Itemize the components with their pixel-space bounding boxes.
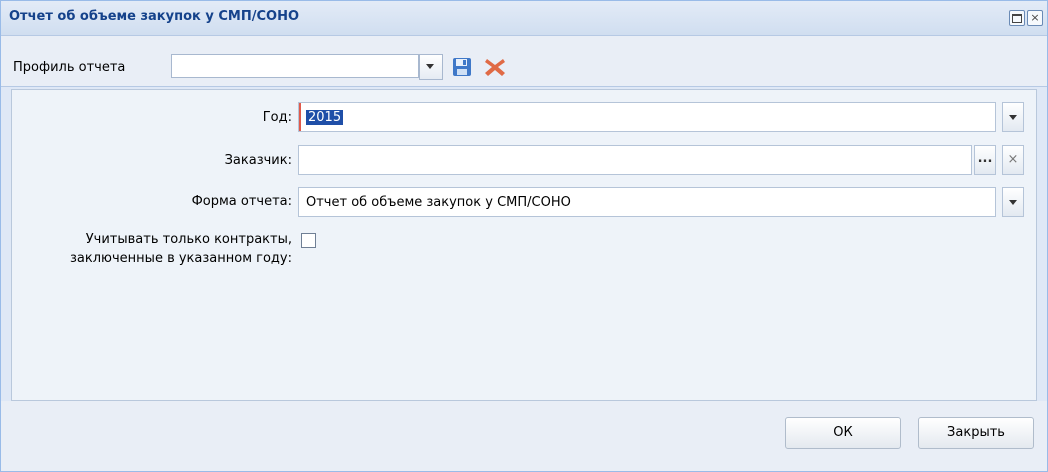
browse-icon[interactable]: ... — [974, 145, 996, 175]
dialog-title: Отчет об объеме закупок у СМП/СОНО — [9, 9, 299, 24]
report-form-panel: Год: 2015 Заказчик: ... × Форма отчета: … — [11, 89, 1037, 401]
close-button[interactable]: Закрыть — [918, 417, 1034, 449]
report-form-value: Отчет об объеме закупок у СМП/СОНО — [306, 195, 571, 210]
year-value: 2015 — [306, 110, 344, 125]
year-field[interactable]: 2015 — [298, 102, 996, 132]
delete-icon[interactable] — [483, 56, 507, 78]
customer-field[interactable] — [298, 145, 972, 175]
profile-input[interactable] — [171, 54, 419, 78]
maximize-icon[interactable] — [1009, 10, 1025, 26]
title-bar[interactable]: Отчет об объеме закупок у СМП/СОНО × — [1, 1, 1047, 36]
report-form-dropdown-icon[interactable] — [1002, 187, 1024, 217]
profile-toolbar: Профиль отчета — [1, 36, 1047, 87]
report-dialog: Отчет об объеме закупок у СМП/СОНО × Про… — [0, 0, 1048, 472]
year-dropdown-icon[interactable] — [1002, 102, 1024, 132]
save-icon[interactable] — [452, 57, 472, 77]
profile-label: Профиль отчета — [13, 60, 126, 75]
year-label: Год: — [262, 110, 292, 125]
dialog-footer: ОК Закрыть — [1, 401, 1047, 471]
clear-icon[interactable]: × — [1002, 145, 1024, 175]
close-icon[interactable]: × — [1027, 10, 1043, 26]
report-form-field[interactable]: Отчет об объеме закупок у СМП/СОНО — [298, 187, 996, 217]
ok-button[interactable]: ОК — [785, 417, 901, 449]
report-form-label: Форма отчета: — [191, 194, 292, 209]
customer-label: Заказчик: — [224, 153, 292, 168]
contracts-year-checkbox[interactable] — [301, 233, 316, 248]
focus-indicator — [299, 103, 301, 131]
contracts-label: Учитывать только контракты, заключенные … — [70, 232, 292, 266]
chevron-down-icon[interactable] — [419, 54, 443, 80]
